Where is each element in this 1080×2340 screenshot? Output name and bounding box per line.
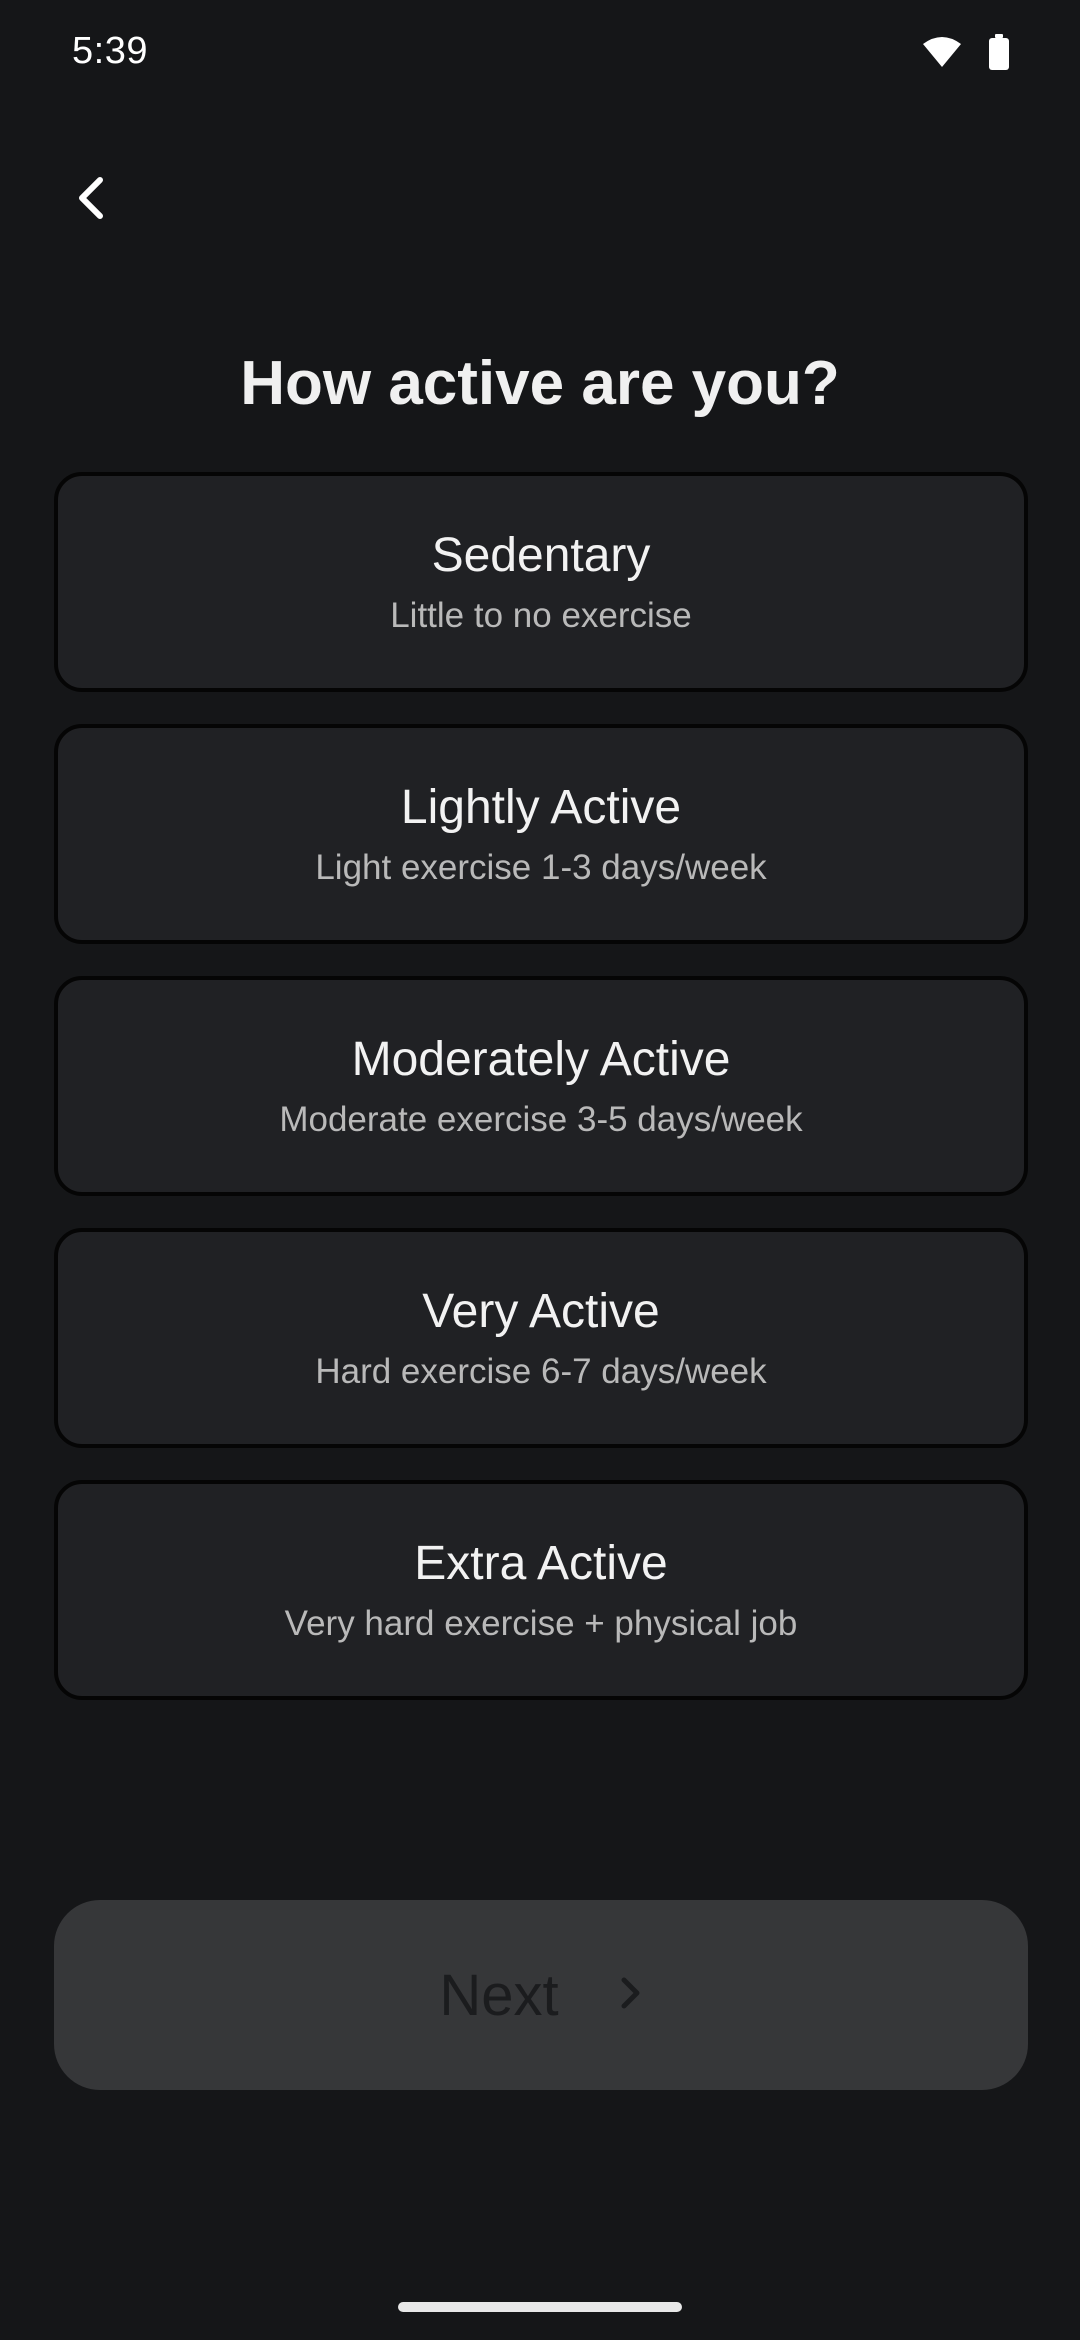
activity-level-screen: 5:39 How active are you? Sedentary Littl… <box>0 0 1080 2340</box>
home-indicator[interactable] <box>398 2302 682 2312</box>
wifi-icon <box>922 36 962 73</box>
option-title: Moderately Active <box>351 1033 731 1086</box>
battery-icon <box>988 34 1010 75</box>
chevron-right-icon <box>619 1975 643 2016</box>
option-moderately-active[interactable]: Moderately Active Moderate exercise 3-5 … <box>54 976 1028 1196</box>
option-subtitle: Very hard exercise + physical job <box>284 1604 798 1643</box>
option-very-active[interactable]: Very Active Hard exercise 6-7 days/week <box>54 1228 1028 1448</box>
status-bar: 5:39 <box>0 0 1080 110</box>
page-title: How active are you? <box>240 349 840 418</box>
option-subtitle: Light exercise 1-3 days/week <box>315 848 767 887</box>
status-icons <box>922 34 1010 75</box>
option-title: Sedentary <box>431 529 651 582</box>
option-title: Very Active <box>422 1285 660 1338</box>
option-title: Lightly Active <box>400 781 682 834</box>
option-extra-active[interactable]: Extra Active Very hard exercise + physic… <box>54 1480 1028 1700</box>
option-title: Extra Active <box>414 1537 668 1590</box>
option-lightly-active[interactable]: Lightly Active Light exercise 1-3 days/w… <box>54 724 1028 944</box>
chevron-left-icon <box>72 176 112 225</box>
activity-options: Sedentary Little to no exercise Lightly … <box>54 472 1028 1732</box>
next-label: Next <box>439 1962 559 2028</box>
option-subtitle: Little to no exercise <box>390 596 692 635</box>
back-button[interactable] <box>52 160 132 240</box>
next-button[interactable]: Next <box>54 1900 1028 2090</box>
option-subtitle: Moderate exercise 3-5 days/week <box>279 1100 803 1139</box>
status-time: 5:39 <box>72 30 148 72</box>
option-subtitle: Hard exercise 6-7 days/week <box>315 1352 767 1391</box>
option-sedentary[interactable]: Sedentary Little to no exercise <box>54 472 1028 692</box>
